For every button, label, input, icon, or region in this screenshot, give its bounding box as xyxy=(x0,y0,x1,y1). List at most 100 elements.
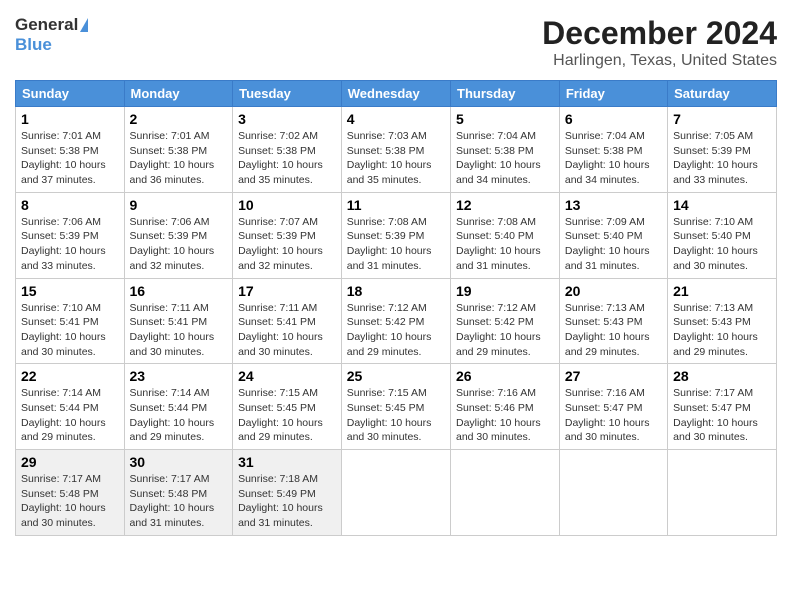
table-cell: 14 Sunrise: 7:10 AMSunset: 5:40 PMDaylig… xyxy=(668,192,777,278)
day-number: 3 xyxy=(238,111,336,127)
col-tuesday: Tuesday xyxy=(233,81,342,107)
day-number: 2 xyxy=(130,111,228,127)
table-cell: 17 Sunrise: 7:11 AMSunset: 5:41 PMDaylig… xyxy=(233,278,342,364)
day-info: Sunrise: 7:12 AMSunset: 5:42 PMDaylight:… xyxy=(347,302,432,358)
day-number: 13 xyxy=(565,197,662,213)
day-info: Sunrise: 7:15 AMSunset: 5:45 PMDaylight:… xyxy=(347,387,432,443)
day-info: Sunrise: 7:03 AMSunset: 5:38 PMDaylight:… xyxy=(347,130,432,186)
day-number: 8 xyxy=(21,197,119,213)
table-cell xyxy=(668,450,777,536)
col-sunday: Sunday xyxy=(16,81,125,107)
day-number: 28 xyxy=(673,368,771,384)
day-info: Sunrise: 7:04 AMSunset: 5:38 PMDaylight:… xyxy=(456,130,541,186)
header: General Blue December 2024 Harlingen, Te… xyxy=(15,15,777,70)
day-number: 19 xyxy=(456,283,554,299)
day-info: Sunrise: 7:16 AMSunset: 5:47 PMDaylight:… xyxy=(565,387,650,443)
table-cell: 18 Sunrise: 7:12 AMSunset: 5:42 PMDaylig… xyxy=(341,278,450,364)
logo-triangle-icon xyxy=(80,18,88,32)
day-info: Sunrise: 7:13 AMSunset: 5:43 PMDaylight:… xyxy=(565,302,650,358)
table-cell: 31 Sunrise: 7:18 AMSunset: 5:49 PMDaylig… xyxy=(233,450,342,536)
day-number: 30 xyxy=(130,454,228,470)
day-info: Sunrise: 7:17 AMSunset: 5:47 PMDaylight:… xyxy=(673,387,758,443)
day-info: Sunrise: 7:16 AMSunset: 5:46 PMDaylight:… xyxy=(456,387,541,443)
day-number: 15 xyxy=(21,283,119,299)
day-info: Sunrise: 7:01 AMSunset: 5:38 PMDaylight:… xyxy=(130,130,215,186)
logo-general-text: General xyxy=(15,15,78,35)
day-number: 25 xyxy=(347,368,445,384)
table-cell: 1 Sunrise: 7:01 AMSunset: 5:38 PMDayligh… xyxy=(16,107,125,193)
table-cell: 2 Sunrise: 7:01 AMSunset: 5:38 PMDayligh… xyxy=(124,107,233,193)
col-friday: Friday xyxy=(559,81,667,107)
table-cell: 28 Sunrise: 7:17 AMSunset: 5:47 PMDaylig… xyxy=(668,364,777,450)
logo-blue-text: Blue xyxy=(15,35,52,55)
col-wednesday: Wednesday xyxy=(341,81,450,107)
table-cell: 6 Sunrise: 7:04 AMSunset: 5:38 PMDayligh… xyxy=(559,107,667,193)
month-title: December 2024 xyxy=(542,15,777,52)
table-cell: 21 Sunrise: 7:13 AMSunset: 5:43 PMDaylig… xyxy=(668,278,777,364)
day-number: 31 xyxy=(238,454,336,470)
day-info: Sunrise: 7:10 AMSunset: 5:41 PMDaylight:… xyxy=(21,302,106,358)
day-number: 20 xyxy=(565,283,662,299)
table-cell: 5 Sunrise: 7:04 AMSunset: 5:38 PMDayligh… xyxy=(451,107,560,193)
day-number: 6 xyxy=(565,111,662,127)
day-info: Sunrise: 7:18 AMSunset: 5:49 PMDaylight:… xyxy=(238,473,323,529)
location-title: Harlingen, Texas, United States xyxy=(542,52,777,70)
day-number: 10 xyxy=(238,197,336,213)
table-cell: 7 Sunrise: 7:05 AMSunset: 5:39 PMDayligh… xyxy=(668,107,777,193)
day-info: Sunrise: 7:05 AMSunset: 5:39 PMDaylight:… xyxy=(673,130,758,186)
day-info: Sunrise: 7:13 AMSunset: 5:43 PMDaylight:… xyxy=(673,302,758,358)
calendar-week-row: 8 Sunrise: 7:06 AMSunset: 5:39 PMDayligh… xyxy=(16,192,777,278)
day-info: Sunrise: 7:08 AMSunset: 5:39 PMDaylight:… xyxy=(347,216,432,272)
day-number: 4 xyxy=(347,111,445,127)
table-cell: 26 Sunrise: 7:16 AMSunset: 5:46 PMDaylig… xyxy=(451,364,560,450)
day-number: 17 xyxy=(238,283,336,299)
day-number: 16 xyxy=(130,283,228,299)
calendar-table: Sunday Monday Tuesday Wednesday Thursday… xyxy=(15,80,777,536)
logo: General Blue xyxy=(15,15,88,55)
table-cell: 4 Sunrise: 7:03 AMSunset: 5:38 PMDayligh… xyxy=(341,107,450,193)
day-number: 14 xyxy=(673,197,771,213)
table-cell: 24 Sunrise: 7:15 AMSunset: 5:45 PMDaylig… xyxy=(233,364,342,450)
day-info: Sunrise: 7:14 AMSunset: 5:44 PMDaylight:… xyxy=(21,387,106,443)
title-area: December 2024 Harlingen, Texas, United S… xyxy=(542,15,777,70)
day-info: Sunrise: 7:10 AMSunset: 5:40 PMDaylight:… xyxy=(673,216,758,272)
day-info: Sunrise: 7:14 AMSunset: 5:44 PMDaylight:… xyxy=(130,387,215,443)
day-number: 9 xyxy=(130,197,228,213)
day-info: Sunrise: 7:09 AMSunset: 5:40 PMDaylight:… xyxy=(565,216,650,272)
col-monday: Monday xyxy=(124,81,233,107)
day-number: 27 xyxy=(565,368,662,384)
day-number: 18 xyxy=(347,283,445,299)
day-info: Sunrise: 7:17 AMSunset: 5:48 PMDaylight:… xyxy=(21,473,106,529)
table-cell: 11 Sunrise: 7:08 AMSunset: 5:39 PMDaylig… xyxy=(341,192,450,278)
day-info: Sunrise: 7:08 AMSunset: 5:40 PMDaylight:… xyxy=(456,216,541,272)
table-cell: 20 Sunrise: 7:13 AMSunset: 5:43 PMDaylig… xyxy=(559,278,667,364)
col-saturday: Saturday xyxy=(668,81,777,107)
day-number: 5 xyxy=(456,111,554,127)
day-number: 29 xyxy=(21,454,119,470)
day-number: 11 xyxy=(347,197,445,213)
table-cell: 19 Sunrise: 7:12 AMSunset: 5:42 PMDaylig… xyxy=(451,278,560,364)
table-cell: 3 Sunrise: 7:02 AMSunset: 5:38 PMDayligh… xyxy=(233,107,342,193)
table-cell xyxy=(341,450,450,536)
day-number: 26 xyxy=(456,368,554,384)
table-cell: 16 Sunrise: 7:11 AMSunset: 5:41 PMDaylig… xyxy=(124,278,233,364)
table-cell: 25 Sunrise: 7:15 AMSunset: 5:45 PMDaylig… xyxy=(341,364,450,450)
day-info: Sunrise: 7:17 AMSunset: 5:48 PMDaylight:… xyxy=(130,473,215,529)
table-cell: 13 Sunrise: 7:09 AMSunset: 5:40 PMDaylig… xyxy=(559,192,667,278)
day-info: Sunrise: 7:06 AMSunset: 5:39 PMDaylight:… xyxy=(21,216,106,272)
day-number: 24 xyxy=(238,368,336,384)
day-info: Sunrise: 7:02 AMSunset: 5:38 PMDaylight:… xyxy=(238,130,323,186)
table-cell: 22 Sunrise: 7:14 AMSunset: 5:44 PMDaylig… xyxy=(16,364,125,450)
table-cell: 15 Sunrise: 7:10 AMSunset: 5:41 PMDaylig… xyxy=(16,278,125,364)
calendar-week-row: 15 Sunrise: 7:10 AMSunset: 5:41 PMDaylig… xyxy=(16,278,777,364)
table-cell: 8 Sunrise: 7:06 AMSunset: 5:39 PMDayligh… xyxy=(16,192,125,278)
table-cell: 29 Sunrise: 7:17 AMSunset: 5:48 PMDaylig… xyxy=(16,450,125,536)
table-cell: 10 Sunrise: 7:07 AMSunset: 5:39 PMDaylig… xyxy=(233,192,342,278)
calendar-header-row: Sunday Monday Tuesday Wednesday Thursday… xyxy=(16,81,777,107)
day-number: 23 xyxy=(130,368,228,384)
day-number: 22 xyxy=(21,368,119,384)
day-info: Sunrise: 7:11 AMSunset: 5:41 PMDaylight:… xyxy=(238,302,323,358)
day-info: Sunrise: 7:11 AMSunset: 5:41 PMDaylight:… xyxy=(130,302,215,358)
table-cell xyxy=(451,450,560,536)
table-cell xyxy=(559,450,667,536)
